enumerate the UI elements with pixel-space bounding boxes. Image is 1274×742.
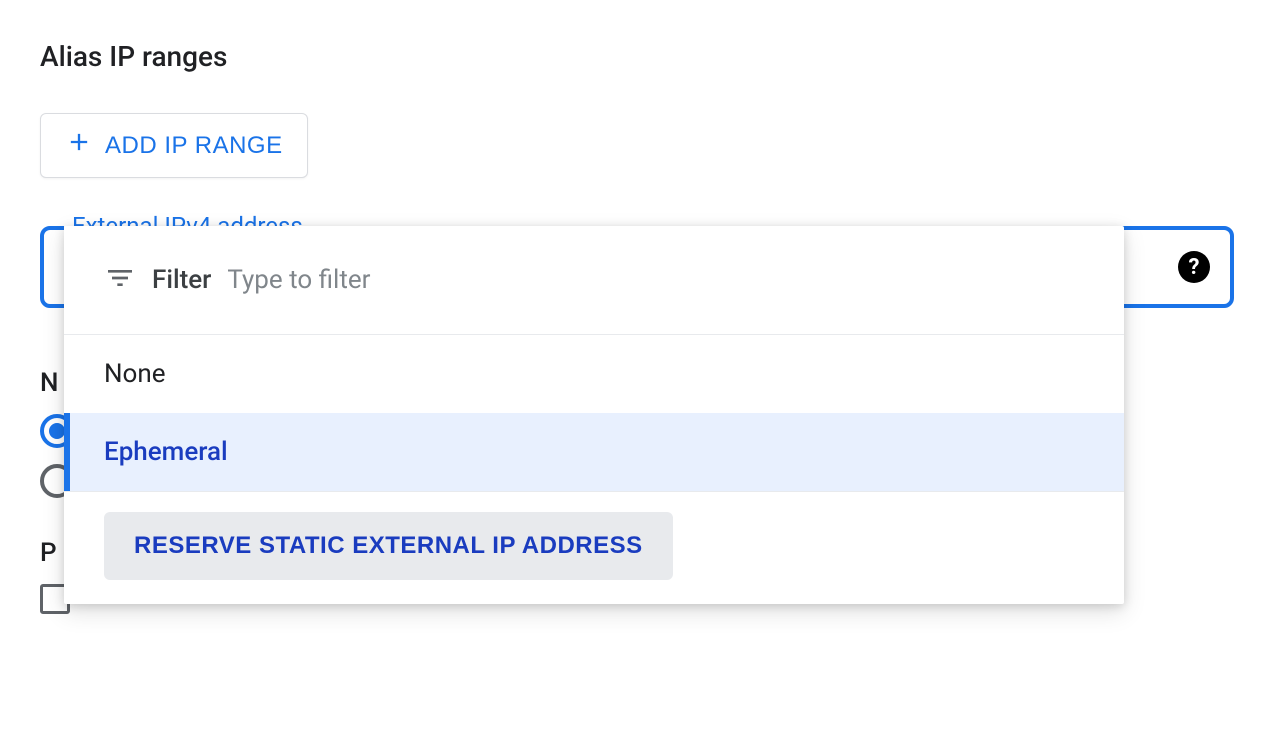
external-ipv4-field-container: External IPv4 address ? Filter Type to f… bbox=[40, 226, 1234, 308]
reserve-static-ip-button[interactable]: RESERVE STATIC EXTERNAL IP ADDRESS bbox=[104, 512, 673, 580]
dropdown-footer: RESERVE STATIC EXTERNAL IP ADDRESS bbox=[64, 491, 1124, 604]
dropdown-option-none[interactable]: None bbox=[64, 335, 1124, 413]
external-ipv4-dropdown: Filter Type to filter None Ephemeral RES… bbox=[64, 226, 1124, 604]
add-ip-range-button[interactable]: ADD IP RANGE bbox=[40, 113, 308, 178]
add-button-label: ADD IP RANGE bbox=[105, 132, 283, 160]
filter-label: Filter bbox=[152, 265, 211, 295]
plus-icon bbox=[65, 128, 93, 163]
dropdown-option-ephemeral[interactable]: Ephemeral bbox=[64, 413, 1124, 491]
help-icon[interactable]: ? bbox=[1178, 251, 1210, 283]
section-title: Alias IP ranges bbox=[40, 40, 1234, 73]
filter-icon bbox=[104, 262, 136, 298]
dropdown-filter-row[interactable]: Filter Type to filter bbox=[64, 226, 1124, 335]
filter-input-placeholder[interactable]: Type to filter bbox=[227, 265, 370, 295]
